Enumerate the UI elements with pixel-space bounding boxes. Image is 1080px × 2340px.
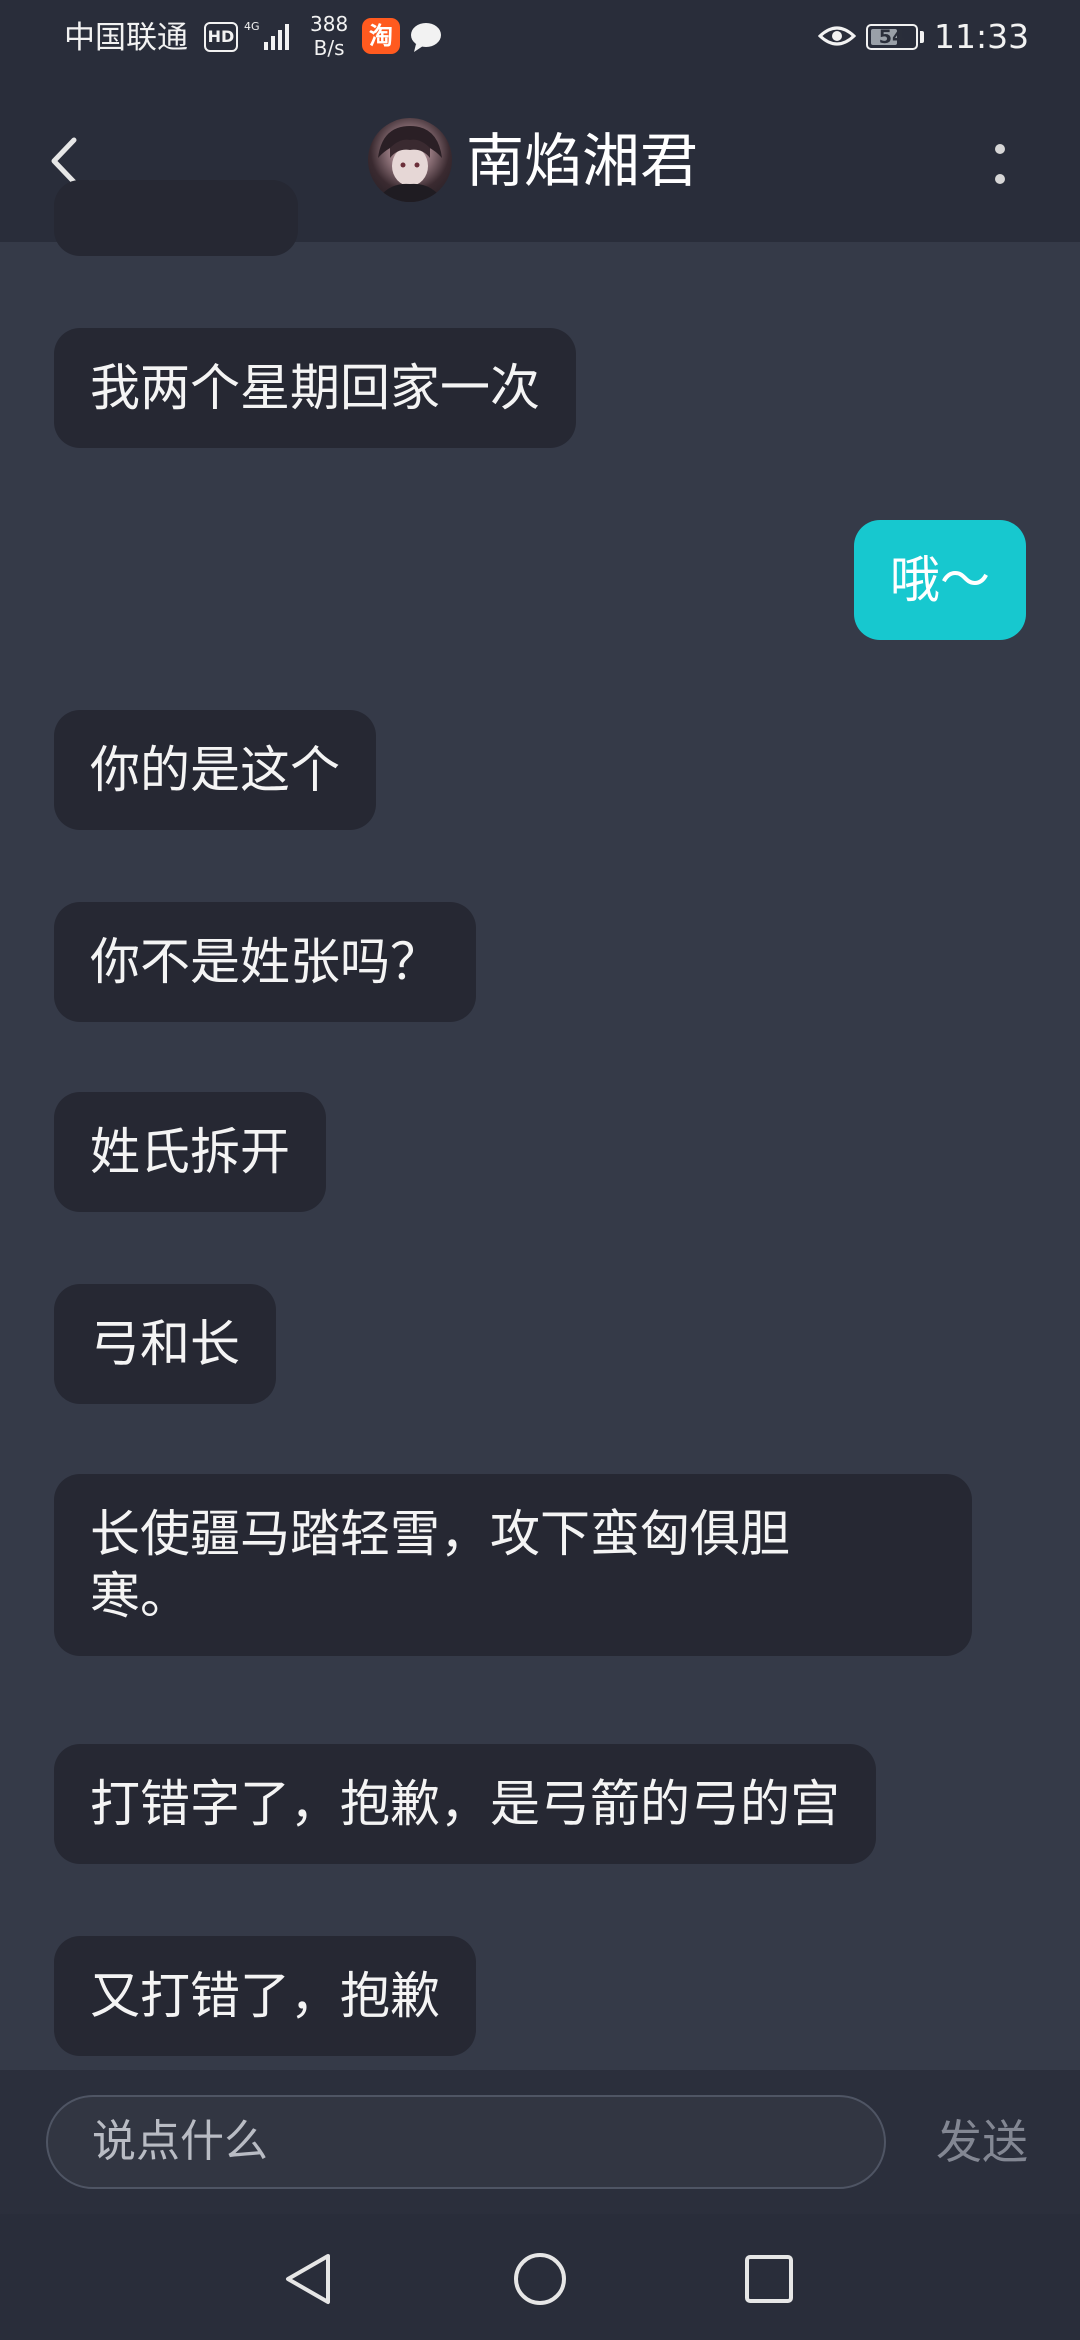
taobao-app-glyph: 淘	[369, 22, 393, 50]
recents-square-icon[interactable]	[734, 2244, 804, 2314]
more-vertical-icon[interactable]	[970, 128, 1030, 198]
message-input[interactable]: 说点什么	[46, 2095, 886, 2189]
avatar[interactable]	[368, 118, 452, 202]
message-bubble-incoming: 你的是这个	[54, 710, 376, 830]
composer-bar: 说点什么 发送	[0, 2070, 1080, 2214]
signal-icon: 4G	[244, 20, 289, 50]
message-bubble-outgoing: 哦～	[854, 520, 1026, 640]
battery-icon: 54	[866, 24, 918, 50]
network-speed-value: 388	[310, 12, 349, 36]
status-bar: 中国联通 HD 4G 388 B/s 淘 54 11:33	[0, 0, 1080, 78]
taobao-app-icon: 淘	[362, 18, 400, 54]
more-dot	[995, 174, 1005, 184]
message-bubble-incoming: 你不是姓张吗？	[54, 902, 476, 1022]
network-speed: 388 B/s	[310, 12, 348, 60]
message-bubble-incoming: 姓氏拆开	[54, 1092, 326, 1212]
message-bubble-incoming: 打错字了，抱歉，是弓箭的弓的宫	[54, 1744, 876, 1864]
message-bubble-incoming: 长使疆马踏轻雪，攻下蛮匈俱胆 寒。	[54, 1474, 972, 1656]
chat-title: 南焰湘君	[466, 127, 699, 195]
send-button[interactable]: 发送	[936, 2110, 1028, 2174]
eye-icon	[818, 26, 856, 46]
back-triangle-icon[interactable]	[274, 2244, 344, 2314]
hd-badge: HD	[204, 22, 238, 52]
message-bubble-incoming: 弓和长	[54, 1284, 276, 1404]
home-circle-icon[interactable]	[505, 2244, 575, 2314]
network-speed-unit: B/s	[313, 36, 345, 60]
message-bubble-partial	[54, 180, 298, 256]
carrier-label: 中国联通	[64, 20, 188, 56]
chat-notification-icon	[411, 23, 441, 52]
avatar-image	[376, 126, 444, 202]
battery-percent: 54	[878, 26, 906, 48]
more-dot	[995, 144, 1005, 154]
system-nav-bar	[0, 2214, 1080, 2340]
message-bubble-incoming: 我两个星期回家一次	[54, 328, 576, 448]
network-label: 4G	[244, 20, 260, 33]
battery-tip	[920, 31, 924, 43]
message-bubble-incoming: 又打错了，抱歉	[54, 1936, 476, 2056]
clock: 11:33	[934, 17, 1030, 56]
